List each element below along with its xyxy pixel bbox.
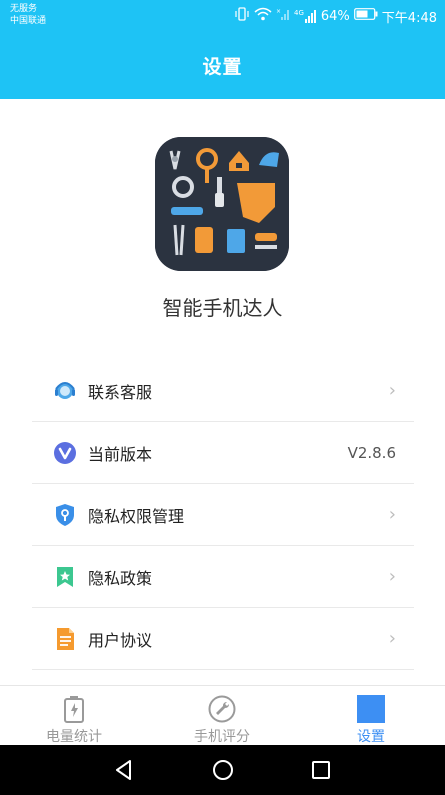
bookmark-icon [52,564,78,590]
chevron-right-icon: › [388,566,396,587]
menu-item-label: 联系客服 [88,382,153,402]
status-indicators: × 4G 64% 下午4:48 [230,7,437,26]
menu-item-version[interactable]: 当前版本 V2.8.6 [32,422,414,484]
tab-settings[interactable]: 设置 [297,686,445,746]
menu-item-label: 用户协议 [88,630,153,650]
bottom-tab-bar: 电量统计 手机评分 设置 [0,685,445,745]
menu-item-label: 当前版本 [88,444,153,464]
document-icon [52,626,78,652]
system-nav-bar [0,745,445,795]
wrench-icon [207,694,237,724]
tab-phone-rating[interactable]: 手机评分 [148,686,296,746]
home-icon[interactable] [211,758,235,786]
back-icon[interactable] [112,758,136,786]
settings-square-icon [356,694,386,724]
chevron-right-icon: › [388,380,396,401]
tab-label: 设置 [357,729,385,745]
menu-item-privacy-permissions[interactable]: 隐私权限管理 › [32,484,414,546]
tools-app-icon [155,137,289,271]
signal-off-icon: × [276,7,290,25]
svg-text:×: × [276,8,281,15]
menu-item-user-agreement[interactable]: 用户协议 › [32,608,414,670]
header-bar: 无服务 中国联通 × 4G 64% 下午4:48 设置 [0,0,445,99]
recents-icon[interactable] [309,758,333,786]
wifi-icon [254,7,272,25]
carrier-status: 无服务 [10,4,38,14]
version-icon [52,440,78,466]
battery-status-icon [353,8,378,24]
menu-item-privacy-policy[interactable]: 隐私政策 › [32,546,414,608]
status-bar: 无服务 中国联通 × 4G 64% 下午4:48 [0,0,445,32]
carrier-info: 无服务 中国联通 [10,3,46,27]
network-type: 4G [294,8,304,17]
chevron-right-icon: › [388,628,396,649]
settings-list: 联系客服 › 当前版本 V2.8.6 隐私权限管理 › 隐私政策 › 用户协议 … [32,360,414,670]
tab-battery-stats[interactable]: 电量统计 [0,686,148,746]
shield-icon [52,502,78,528]
tab-label: 手机评分 [194,729,250,745]
customer-service-icon [52,378,78,404]
version-value: V2.8.6 [347,443,396,462]
chevron-right-icon: › [388,504,396,525]
signal-4g-icon: 4G [294,8,317,23]
app-name: 智能手机达人 [162,296,283,320]
battery-percent: 64% [320,8,350,24]
vibrate-icon [234,7,250,25]
carrier-name: 中国联通 [10,16,47,26]
battery-icon [59,694,89,724]
clock: 下午4:48 [381,10,437,26]
tab-label: 电量统计 [46,729,102,745]
menu-item-label: 隐私政策 [88,568,153,588]
menu-item-customer-service[interactable]: 联系客服 › [32,360,414,422]
menu-item-label: 隐私权限管理 [88,506,185,526]
page-title: 设置 [202,56,243,78]
